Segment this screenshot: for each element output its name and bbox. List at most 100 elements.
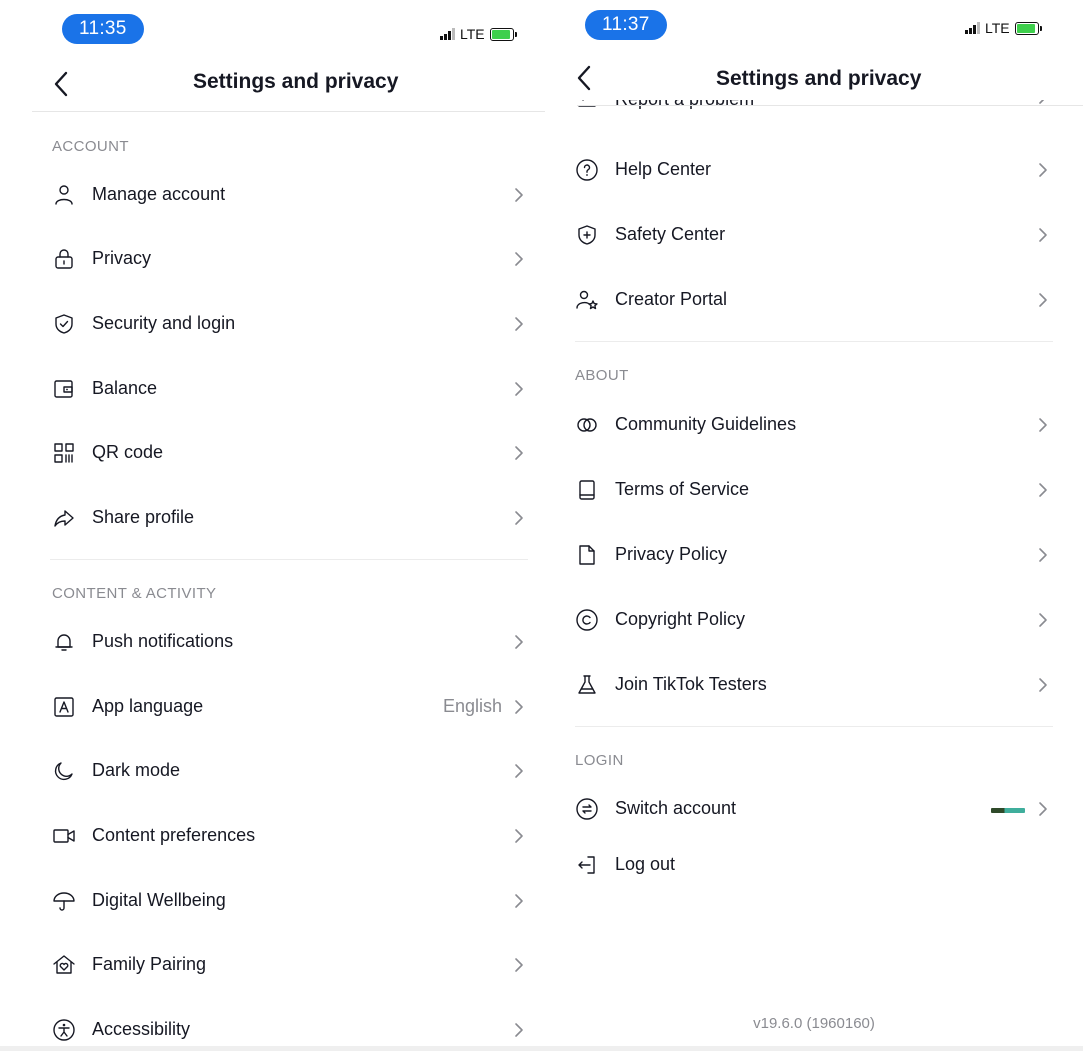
settings-item-accessibility[interactable]: Accessibility (0, 1002, 545, 1051)
item-label: Creator Portal (615, 289, 728, 309)
settings-item-app-language[interactable]: App language English (0, 679, 545, 735)
section-divider (50, 559, 528, 560)
account-thumbnail (991, 808, 1025, 813)
nav-divider (577, 105, 1083, 106)
moon-icon (54, 762, 73, 781)
item-label: Accessibility (92, 1019, 191, 1039)
video-camera-icon (53, 829, 75, 843)
settings-item-log-out[interactable]: Log out (545, 837, 1083, 893)
back-button[interactable] (50, 69, 74, 99)
item-label: Terms of Service (615, 479, 750, 499)
chevron-right-icon (1039, 163, 1047, 177)
item-label: App language (92, 696, 204, 716)
nav-bar: Settings and privacy (545, 54, 1083, 100)
settings-item-manage-account[interactable]: Manage account (0, 167, 545, 223)
status-time: 11:35 (62, 14, 144, 44)
settings-item-qr-code[interactable]: QR code (0, 425, 545, 481)
network-label: LTE (985, 20, 1010, 36)
settings-item-dark-mode[interactable]: Dark mode (0, 743, 545, 799)
item-label: Share profile (92, 507, 195, 527)
settings-item-switch-account[interactable]: Switch account (545, 781, 1083, 837)
section-header-account: ACCOUNT (52, 138, 129, 155)
chevron-right-icon (515, 700, 523, 714)
status-bar: 11:37 LTE (545, 10, 1083, 48)
wallet-icon (54, 380, 73, 398)
lock-icon (55, 249, 73, 269)
settings-item-join-tiktok-testers[interactable]: Join TikTok Testers (545, 657, 1083, 713)
status-bar: 11:35 LTE (0, 12, 545, 48)
book-icon (579, 480, 595, 500)
signal-icon (965, 22, 980, 34)
settings-item-community-guidelines[interactable]: Community Guidelines (545, 397, 1083, 453)
section-header-content-activity: CONTENT & ACTIVITY (52, 585, 217, 602)
section-header-login: LOGIN (575, 752, 624, 769)
person-star-icon (576, 290, 598, 310)
right-screen: 11:37 LTE Report a problem Settings and … (545, 0, 1083, 1051)
chevron-right-icon (515, 382, 523, 396)
settings-item-privacy-policy[interactable]: Privacy Policy (545, 527, 1083, 583)
shield-plus-icon (578, 225, 596, 245)
bottom-edge (545, 1046, 1083, 1051)
rings-icon (577, 418, 597, 432)
chevron-right-icon (1039, 613, 1047, 627)
settings-item-help-center[interactable]: Help Center (545, 142, 1083, 198)
settings-item-privacy[interactable]: Privacy (0, 231, 545, 287)
chevron-left-icon (54, 71, 68, 97)
settings-item-terms-of-service[interactable]: Terms of Service (545, 462, 1083, 518)
chevron-right-icon (1039, 678, 1047, 692)
settings-item-balance[interactable]: Balance (0, 361, 545, 417)
qr-code-icon (54, 443, 74, 463)
chevron-right-icon (515, 1023, 523, 1037)
chevron-right-icon (515, 764, 523, 778)
item-label: Content preferences (92, 825, 256, 845)
settings-item-digital-wellbeing[interactable]: Digital Wellbeing (0, 873, 545, 929)
settings-item-push-notifications[interactable]: Push notifications (0, 614, 545, 670)
section-divider (575, 341, 1053, 342)
item-label: Privacy Policy (615, 544, 728, 564)
section-header-about: ABOUT (575, 367, 629, 384)
settings-item-share-profile[interactable]: Share profile (0, 490, 545, 546)
shield-check-icon (55, 314, 73, 334)
item-label: Balance (92, 378, 158, 398)
question-circle-icon (576, 159, 598, 181)
chevron-right-icon (515, 188, 523, 202)
chevron-right-icon (1039, 548, 1047, 562)
page-title: Settings and privacy (193, 70, 399, 93)
settings-item-family-pairing[interactable]: Family Pairing (0, 937, 545, 993)
bottom-edge (0, 1046, 545, 1051)
nav-bar: Settings and privacy (0, 64, 545, 104)
person-icon (55, 185, 73, 205)
status-time: 11:37 (585, 10, 667, 40)
chevron-right-icon (515, 446, 523, 460)
app-version: v19.6.0 (1960160) (753, 1015, 875, 1032)
settings-item-copyright-policy[interactable]: Copyright Policy (545, 592, 1083, 648)
umbrella-icon (53, 892, 75, 911)
item-label: Switch account (615, 798, 737, 818)
copyright-icon (576, 609, 598, 631)
back-button[interactable] (573, 63, 597, 93)
chevron-right-icon (515, 252, 523, 266)
house-heart-icon (53, 955, 75, 974)
language-a-icon (54, 697, 74, 717)
accessibility-icon (53, 1019, 75, 1041)
item-label: Security and login (92, 313, 236, 333)
settings-item-creator-portal[interactable]: Creator Portal (545, 272, 1083, 328)
chevron-right-icon (1039, 802, 1047, 816)
chevron-right-icon (515, 511, 523, 525)
chevron-right-icon (1039, 483, 1047, 497)
settings-item-security-login[interactable]: Security and login (0, 296, 545, 352)
chevron-right-icon (515, 317, 523, 331)
item-label: Log out (615, 854, 676, 874)
item-label: Digital Wellbeing (92, 890, 226, 910)
chevron-right-icon (1039, 293, 1047, 307)
settings-item-content-preferences[interactable]: Content preferences (0, 808, 545, 864)
chevron-right-icon (515, 958, 523, 972)
chevron-right-icon (515, 635, 523, 649)
item-value: English (442, 696, 502, 716)
network-label: LTE (460, 26, 485, 42)
settings-item-safety-center[interactable]: Safety Center (545, 207, 1083, 263)
chevron-right-icon (515, 894, 523, 908)
item-label: Safety Center (615, 224, 726, 244)
bell-icon (55, 634, 73, 651)
status-indicators: LTE (440, 26, 517, 42)
